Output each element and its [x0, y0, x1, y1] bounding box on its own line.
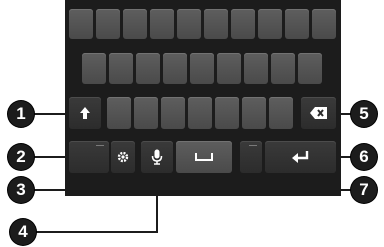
enter-key[interactable] [265, 141, 336, 173]
key[interactable] [231, 9, 255, 39]
enter-return-icon [265, 141, 336, 173]
callout-1: 1 [8, 101, 34, 127]
key[interactable] [82, 53, 106, 84]
callout-4: 4 [10, 219, 36, 245]
space-bar-icon [176, 141, 232, 173]
key[interactable] [150, 9, 174, 39]
key[interactable] [188, 97, 212, 129]
key[interactable] [242, 97, 266, 129]
symbol-key[interactable] [240, 141, 262, 173]
key[interactable] [123, 9, 147, 39]
key[interactable] [269, 97, 293, 129]
key[interactable] [96, 9, 120, 39]
key[interactable] [136, 53, 160, 84]
key[interactable] [215, 97, 239, 129]
callout-6: 6 [351, 144, 377, 170]
key[interactable] [177, 9, 201, 39]
callout-2: 2 [8, 144, 34, 170]
key[interactable] [163, 53, 187, 84]
key[interactable] [107, 97, 131, 129]
microphone-icon [141, 141, 173, 173]
callout-5: 5 [351, 101, 377, 127]
virtual-keyboard [65, 0, 341, 196]
key[interactable] [285, 9, 309, 39]
settings-key[interactable] [111, 141, 135, 173]
space-key[interactable] [176, 141, 232, 173]
voice-input-key[interactable] [141, 141, 173, 173]
backspace-icon [301, 97, 336, 129]
key[interactable] [134, 97, 158, 129]
key[interactable] [258, 9, 282, 39]
key[interactable] [161, 97, 185, 129]
callout-7: 7 [351, 177, 377, 203]
key[interactable] [244, 53, 268, 84]
key[interactable] [204, 9, 228, 39]
key[interactable] [217, 53, 241, 84]
mode-switch-key[interactable] [69, 141, 109, 173]
key[interactable] [69, 9, 93, 39]
callout-3: 3 [8, 177, 34, 203]
key[interactable] [271, 53, 295, 84]
gear-icon [111, 141, 135, 173]
shift-arrow-icon [69, 97, 101, 129]
key[interactable] [312, 9, 336, 39]
shift-key[interactable] [69, 97, 101, 129]
delete-key[interactable] [301, 97, 336, 129]
key[interactable] [109, 53, 133, 84]
key[interactable] [298, 53, 322, 84]
key[interactable] [190, 53, 214, 84]
